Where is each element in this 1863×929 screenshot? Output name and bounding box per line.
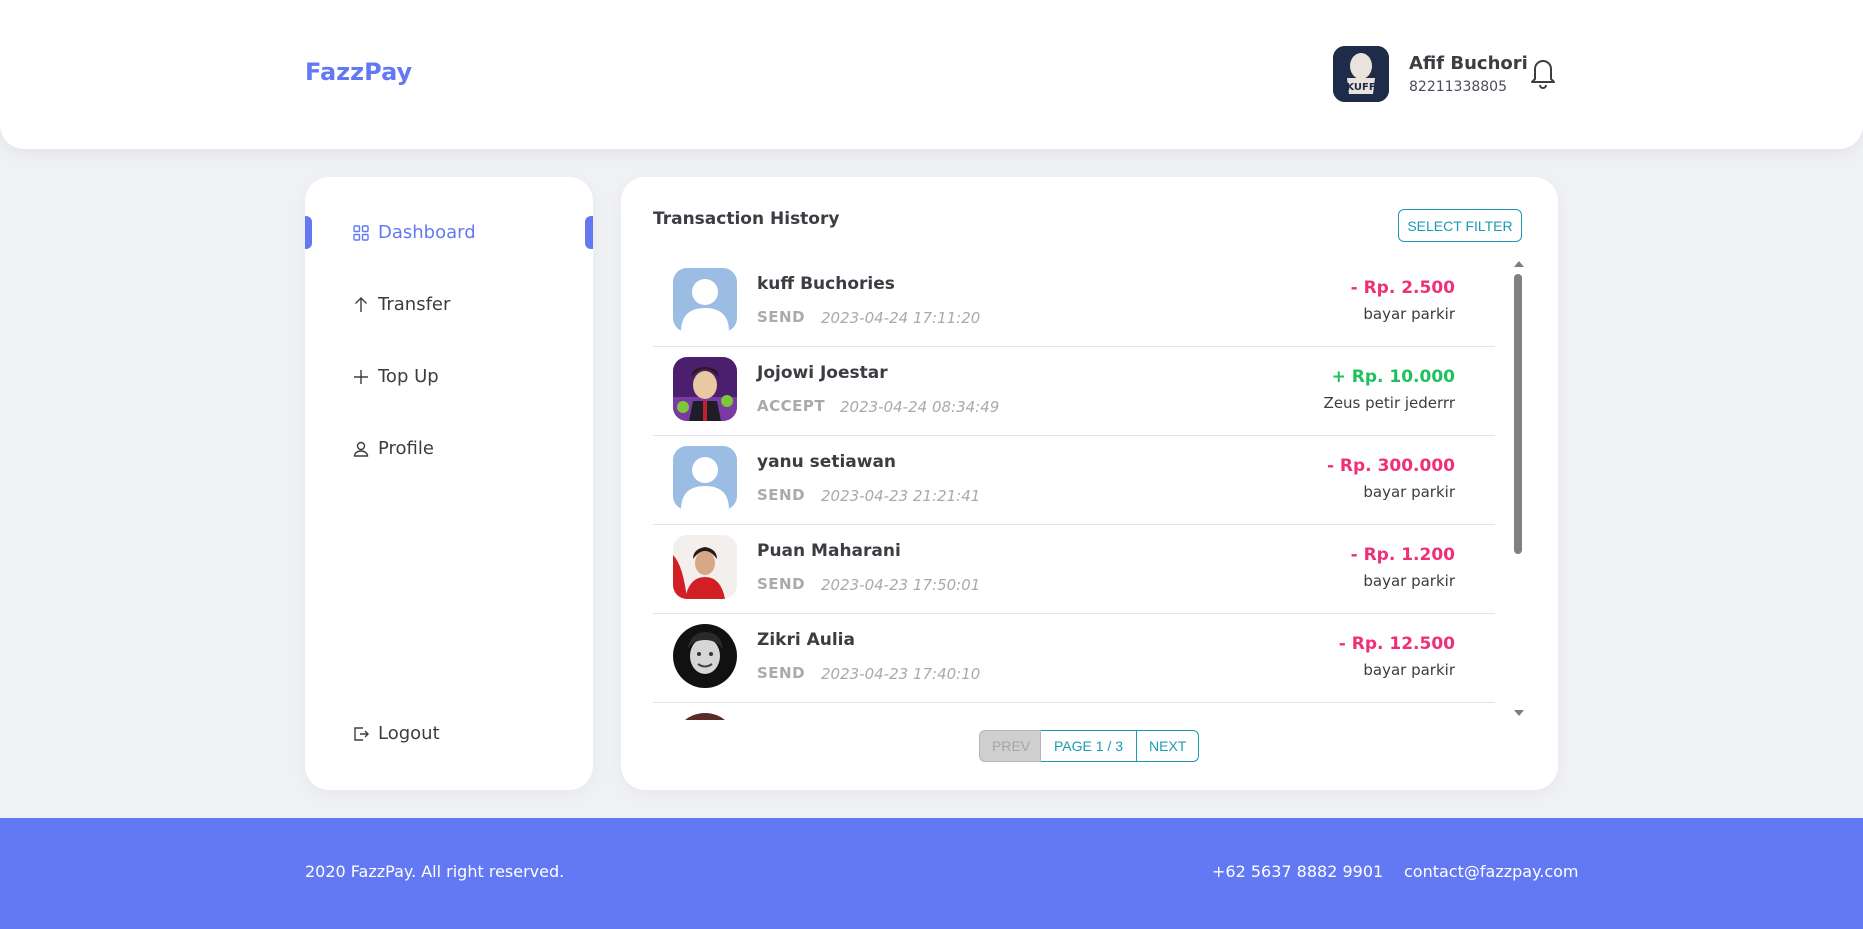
list-item[interactable]: Puan Maharani SEND 2023-04-23 17:50:01 -… [653, 525, 1495, 614]
footer: 2020 FazzPay. All right reserved. +62 56… [0, 818, 1863, 929]
sidebar-item-label: Profile [378, 438, 434, 459]
pagination: PREV PAGE 1 / 3 NEXT [979, 730, 1199, 762]
sidebar-item-label: Top Up [378, 366, 439, 387]
user-phone: 82211338805 [1409, 79, 1507, 95]
avatar-photo [673, 357, 737, 421]
avatar-photo [673, 624, 737, 688]
transaction-date: 2023-04-23 21:21:41 [821, 487, 981, 505]
list-item[interactable]: yanu setiawan SEND 2023-04-23 21:21:41 -… [653, 436, 1495, 525]
transaction-name: kuff Buchories [757, 274, 895, 294]
sidebar-item-label: Dashboard [378, 222, 476, 243]
transaction-date: 2023-04-24 08:34:49 [840, 398, 1000, 416]
avatar-placeholder-icon [673, 446, 737, 510]
logout-icon [354, 726, 369, 741]
transaction-amount: - Rp. 12.500 [1338, 634, 1455, 654]
avatar-photo [673, 713, 737, 720]
transaction-type: SEND [757, 308, 806, 326]
avatar-logo-text: KUFF [1346, 82, 1375, 93]
transaction-amount: - Rp. 2.500 [1350, 278, 1455, 298]
transaction-note: bayar parkir [1363, 572, 1455, 590]
next-page-button[interactable]: NEXT [1137, 730, 1199, 762]
avatar-placeholder-icon [673, 268, 737, 332]
transaction-type: SEND [757, 575, 806, 593]
transaction-name: Jojowi Joestar [757, 363, 888, 383]
page-indicator-button[interactable]: PAGE 1 / 3 [1041, 730, 1137, 762]
grid-icon [353, 224, 369, 241]
prev-page-button[interactable]: PREV [979, 730, 1041, 762]
sidebar-item-transfer[interactable]: Transfer [352, 294, 450, 315]
transaction-amount: + Rp. 10.000 [1331, 367, 1455, 387]
transaction-amount: - Rp. 300.000 [1326, 456, 1455, 476]
user-avatar[interactable]: KUFF [1333, 46, 1389, 102]
logout-label: Logout [378, 723, 440, 744]
scroll-up-arrow-icon[interactable] [1514, 261, 1524, 267]
footer-phone: +62 5637 8882 9901 [1212, 862, 1384, 881]
list-item[interactable]: Zikri Aulia SEND 2023-04-23 17:40:10 - R… [653, 614, 1495, 703]
transaction-date: 2023-04-24 17:11:20 [821, 309, 981, 327]
list-item[interactable]: Jojowi Joestar ACCEPT 2023-04-24 08:34:4… [653, 347, 1495, 436]
transaction-type: SEND [757, 486, 806, 504]
brand-logo[interactable]: FazzPay [305, 58, 412, 86]
transaction-type: SEND [757, 664, 806, 682]
sidebar-item-label: Transfer [378, 294, 451, 315]
active-indicator-left [305, 216, 312, 249]
page-title: Transaction History [653, 209, 840, 229]
arrow-up-icon [355, 296, 367, 312]
active-indicator-right [585, 216, 593, 249]
sidebar-item-topup[interactable]: Top Up [352, 366, 439, 387]
transaction-note: bayar parkir [1363, 483, 1455, 501]
top-header: FazzPay KUFF Afif Buchori 82211338805 [0, 0, 1863, 149]
transaction-name: Zikri Aulia [757, 630, 855, 650]
transaction-date: 2023-04-23 17:50:01 [821, 576, 981, 594]
transaction-note: bayar parkir [1363, 305, 1455, 323]
list-item[interactable]: kuff Buchories SEND 2023-04-24 17:11:20 … [653, 258, 1495, 347]
user-name: Afif Buchori [1409, 53, 1528, 74]
list-item[interactable] [653, 703, 1495, 720]
notification-bell-icon[interactable] [1528, 55, 1558, 89]
sidebar-item-logout[interactable]: Logout [352, 723, 440, 744]
sidebar [305, 177, 593, 790]
transaction-note: bayar parkir [1363, 661, 1455, 679]
transaction-date: 2023-04-23 17:40:10 [821, 665, 981, 683]
transaction-note: Zeus petir jederrr [1323, 394, 1455, 412]
transaction-amount: - Rp. 1.200 [1350, 545, 1455, 565]
transaction-type: ACCEPT [757, 397, 826, 415]
sidebar-item-dashboard[interactable]: Dashboard [352, 222, 476, 243]
plus-icon [354, 369, 368, 384]
scrollbar-thumb[interactable] [1514, 274, 1522, 554]
footer-email[interactable]: contact@fazzpay.com [1404, 862, 1579, 881]
sidebar-item-profile[interactable]: Profile [352, 438, 434, 459]
footer-copyright: 2020 FazzPay. All right reserved. [305, 862, 565, 881]
user-icon [353, 441, 369, 457]
transaction-name: Puan Maharani [757, 541, 901, 561]
scroll-down-arrow-icon[interactable] [1514, 710, 1524, 716]
transaction-list[interactable]: kuff Buchories SEND 2023-04-24 17:11:20 … [653, 258, 1495, 720]
select-filter-button[interactable]: SELECT FILTER [1398, 209, 1522, 242]
avatar-photo [673, 535, 737, 599]
transaction-name: yanu setiawan [757, 452, 897, 472]
